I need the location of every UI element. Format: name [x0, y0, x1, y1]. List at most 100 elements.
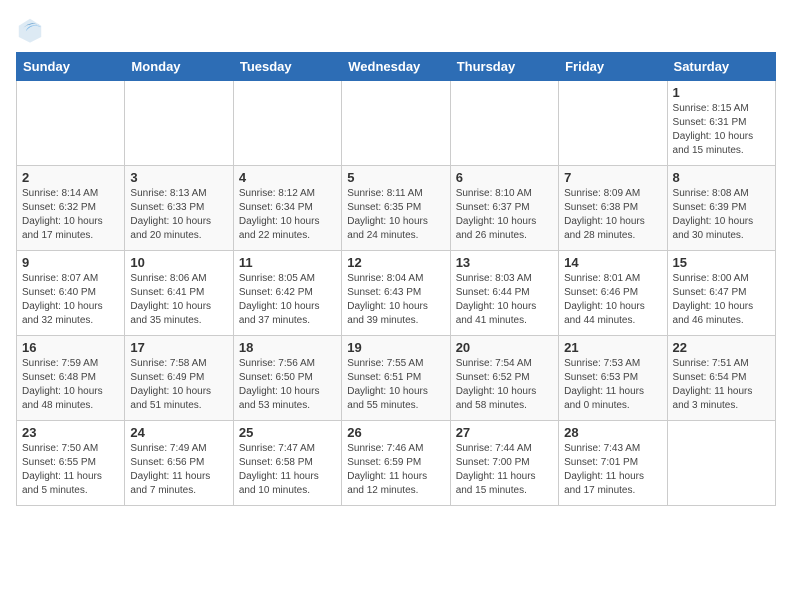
- calendar-cell: 2 Sunrise: 8:14 AM Sunset: 6:32 PM Daylig…: [17, 166, 125, 251]
- day-info: Sunrise: 7:58 AM Sunset: 6:49 PM Dayligh…: [130, 357, 227, 413]
- day-info: Sunrise: 7:56 AM Sunset: 6:50 PM Dayligh…: [239, 357, 336, 413]
- weekday-header-tuesday: Tuesday: [233, 53, 341, 81]
- calendar-cell: 26 Sunrise: 7:46 AM Sunset: 6:59 PM Dayli…: [342, 421, 450, 506]
- calendar-cell: 18 Sunrise: 7:56 AM Sunset: 6:50 PM Dayli…: [233, 336, 341, 421]
- day-number: 26: [347, 425, 444, 440]
- day-number: 28: [564, 425, 661, 440]
- day-info: Sunrise: 7:53 AM Sunset: 6:53 PM Dayligh…: [564, 357, 661, 413]
- day-number: 25: [239, 425, 336, 440]
- day-info: Sunrise: 8:15 AM Sunset: 6:31 PM Dayligh…: [673, 102, 770, 158]
- day-info: Sunrise: 8:03 AM Sunset: 6:44 PM Dayligh…: [456, 272, 553, 328]
- day-info: Sunrise: 8:01 AM Sunset: 6:46 PM Dayligh…: [564, 272, 661, 328]
- calendar-cell: 20 Sunrise: 7:54 AM Sunset: 6:52 PM Dayli…: [450, 336, 558, 421]
- day-info: Sunrise: 7:47 AM Sunset: 6:58 PM Dayligh…: [239, 442, 336, 498]
- day-info: Sunrise: 8:07 AM Sunset: 6:40 PM Dayligh…: [22, 272, 119, 328]
- calendar-cell: 12 Sunrise: 8:04 AM Sunset: 6:43 PM Dayli…: [342, 251, 450, 336]
- day-info: Sunrise: 8:04 AM Sunset: 6:43 PM Dayligh…: [347, 272, 444, 328]
- calendar-cell: 7 Sunrise: 8:09 AM Sunset: 6:38 PM Daylig…: [559, 166, 667, 251]
- day-info: Sunrise: 8:14 AM Sunset: 6:32 PM Dayligh…: [22, 187, 119, 243]
- day-number: 23: [22, 425, 119, 440]
- page-header: [16, 16, 776, 44]
- week-row-1: 1 Sunrise: 8:15 AM Sunset: 6:31 PM Daylig…: [17, 81, 776, 166]
- day-info: Sunrise: 8:00 AM Sunset: 6:47 PM Dayligh…: [673, 272, 770, 328]
- day-number: 1: [673, 85, 770, 100]
- day-number: 15: [673, 255, 770, 270]
- day-number: 21: [564, 340, 661, 355]
- calendar-cell: 1 Sunrise: 8:15 AM Sunset: 6:31 PM Daylig…: [667, 81, 775, 166]
- calendar-cell: [17, 81, 125, 166]
- day-number: 7: [564, 170, 661, 185]
- day-info: Sunrise: 8:09 AM Sunset: 6:38 PM Dayligh…: [564, 187, 661, 243]
- day-number: 13: [456, 255, 553, 270]
- day-number: 14: [564, 255, 661, 270]
- calendar-cell: 14 Sunrise: 8:01 AM Sunset: 6:46 PM Dayli…: [559, 251, 667, 336]
- weekday-header-row: SundayMondayTuesdayWednesdayThursdayFrid…: [17, 53, 776, 81]
- week-row-4: 16 Sunrise: 7:59 AM Sunset: 6:48 PM Dayli…: [17, 336, 776, 421]
- day-info: Sunrise: 7:44 AM Sunset: 7:00 PM Dayligh…: [456, 442, 553, 498]
- day-number: 19: [347, 340, 444, 355]
- calendar-cell: 22 Sunrise: 7:51 AM Sunset: 6:54 PM Dayli…: [667, 336, 775, 421]
- calendar-cell: 27 Sunrise: 7:44 AM Sunset: 7:00 PM Dayli…: [450, 421, 558, 506]
- day-number: 5: [347, 170, 444, 185]
- calendar-cell: 16 Sunrise: 7:59 AM Sunset: 6:48 PM Dayli…: [17, 336, 125, 421]
- day-info: Sunrise: 7:55 AM Sunset: 6:51 PM Dayligh…: [347, 357, 444, 413]
- calendar-cell: 5Sunrise: 8:11 AM Sunset: 6:35 PM Daylig…: [342, 166, 450, 251]
- day-info: Sunrise: 8:12 AM Sunset: 6:34 PM Dayligh…: [239, 187, 336, 243]
- calendar-cell: 17 Sunrise: 7:58 AM Sunset: 6:49 PM Dayli…: [125, 336, 233, 421]
- weekday-header-saturday: Saturday: [667, 53, 775, 81]
- day-info: Sunrise: 8:13 AM Sunset: 6:33 PM Dayligh…: [130, 187, 227, 243]
- day-info: Sunrise: 7:46 AM Sunset: 6:59 PM Dayligh…: [347, 442, 444, 498]
- logo-icon: [16, 16, 44, 44]
- day-number: 11: [239, 255, 336, 270]
- week-row-5: 23 Sunrise: 7:50 AM Sunset: 6:55 PM Dayli…: [17, 421, 776, 506]
- calendar-cell: 4 Sunrise: 8:12 AM Sunset: 6:34 PM Daylig…: [233, 166, 341, 251]
- day-number: 27: [456, 425, 553, 440]
- day-number: 8: [673, 170, 770, 185]
- day-info: Sunrise: 7:43 AM Sunset: 7:01 PM Dayligh…: [564, 442, 661, 498]
- calendar-cell: 10 Sunrise: 8:06 AM Sunset: 6:41 PM Dayli…: [125, 251, 233, 336]
- day-number: 16: [22, 340, 119, 355]
- day-number: 24: [130, 425, 227, 440]
- calendar-cell: 23 Sunrise: 7:50 AM Sunset: 6:55 PM Dayli…: [17, 421, 125, 506]
- day-number: 9: [22, 255, 119, 270]
- calendar-cell: 24Sunrise: 7:49 AM Sunset: 6:56 PM Dayli…: [125, 421, 233, 506]
- day-info: Sunrise: 7:51 AM Sunset: 6:54 PM Dayligh…: [673, 357, 770, 413]
- calendar-cell: 11 Sunrise: 8:05 AM Sunset: 6:42 PM Dayli…: [233, 251, 341, 336]
- weekday-header-thursday: Thursday: [450, 53, 558, 81]
- day-info: Sunrise: 7:50 AM Sunset: 6:55 PM Dayligh…: [22, 442, 119, 498]
- day-number: 17: [130, 340, 227, 355]
- week-row-3: 9 Sunrise: 8:07 AM Sunset: 6:40 PM Daylig…: [17, 251, 776, 336]
- calendar-cell: 15 Sunrise: 8:00 AM Sunset: 6:47 PM Dayli…: [667, 251, 775, 336]
- day-number: 3: [130, 170, 227, 185]
- calendar-table: SundayMondayTuesdayWednesdayThursdayFrid…: [16, 52, 776, 506]
- calendar-cell: 3 Sunrise: 8:13 AM Sunset: 6:33 PM Daylig…: [125, 166, 233, 251]
- day-number: 10: [130, 255, 227, 270]
- weekday-header-sunday: Sunday: [17, 53, 125, 81]
- day-number: 20: [456, 340, 553, 355]
- day-info: Sunrise: 8:10 AM Sunset: 6:37 PM Dayligh…: [456, 187, 553, 243]
- day-info: Sunrise: 7:59 AM Sunset: 6:48 PM Dayligh…: [22, 357, 119, 413]
- calendar-cell: 28 Sunrise: 7:43 AM Sunset: 7:01 PM Dayli…: [559, 421, 667, 506]
- week-row-2: 2 Sunrise: 8:14 AM Sunset: 6:32 PM Daylig…: [17, 166, 776, 251]
- day-info: Sunrise: 8:05 AM Sunset: 6:42 PM Dayligh…: [239, 272, 336, 328]
- day-number: 18: [239, 340, 336, 355]
- calendar-cell: 25 Sunrise: 7:47 AM Sunset: 6:58 PM Dayli…: [233, 421, 341, 506]
- day-info: Sunrise: 7:54 AM Sunset: 6:52 PM Dayligh…: [456, 357, 553, 413]
- day-number: 12: [347, 255, 444, 270]
- weekday-header-friday: Friday: [559, 53, 667, 81]
- day-number: 22: [673, 340, 770, 355]
- calendar-cell: 21 Sunrise: 7:53 AM Sunset: 6:53 PM Dayli…: [559, 336, 667, 421]
- calendar-cell: 13 Sunrise: 8:03 AM Sunset: 6:44 PM Dayli…: [450, 251, 558, 336]
- calendar-cell: 8 Sunrise: 8:08 AM Sunset: 6:39 PM Daylig…: [667, 166, 775, 251]
- calendar-cell: [233, 81, 341, 166]
- day-info: Sunrise: 8:06 AM Sunset: 6:41 PM Dayligh…: [130, 272, 227, 328]
- calendar-cell: 19 Sunrise: 7:55 AM Sunset: 6:51 PM Dayli…: [342, 336, 450, 421]
- calendar-cell: [125, 81, 233, 166]
- calendar-cell: [667, 421, 775, 506]
- calendar-cell: [342, 81, 450, 166]
- day-info: Sunrise: 8:08 AM Sunset: 6:39 PM Dayligh…: [673, 187, 770, 243]
- calendar-cell: [450, 81, 558, 166]
- day-number: 6: [456, 170, 553, 185]
- day-number: 2: [22, 170, 119, 185]
- day-number: 4: [239, 170, 336, 185]
